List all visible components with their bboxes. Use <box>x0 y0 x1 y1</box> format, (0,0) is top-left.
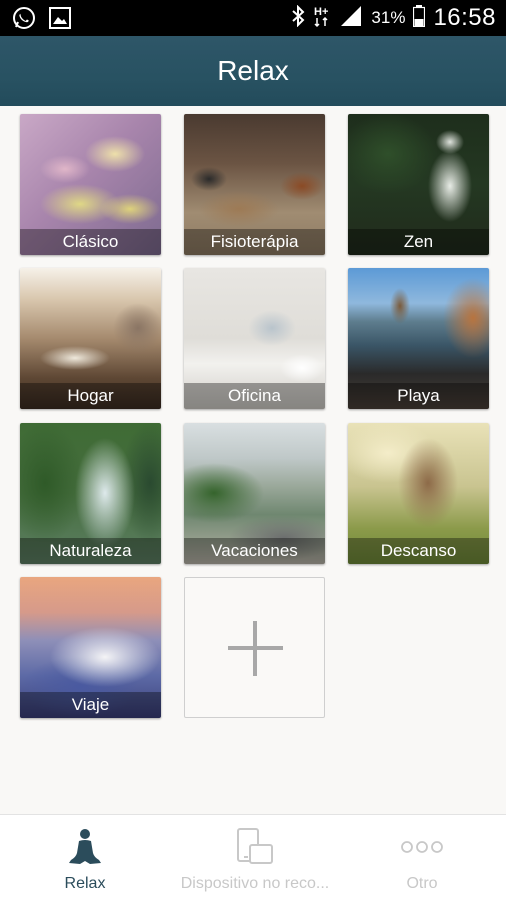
plus-icon-vertical <box>253 621 257 676</box>
nav-label-device: Dispositivo no reco... <box>180 875 330 892</box>
tile-label: Viaje <box>20 692 161 718</box>
hplus-icon: H+ <box>313 4 331 33</box>
svg-text:H+: H+ <box>314 6 328 18</box>
tile-label: Oficina <box>184 383 325 409</box>
battery-icon <box>413 4 426 32</box>
tile-oficina[interactable]: Oficina <box>184 268 325 409</box>
tile-label: Descanso <box>348 538 489 564</box>
bottom-nav: Relax Dispositivo no reco... Otro <box>0 814 506 900</box>
page-title: Relax <box>217 55 289 86</box>
tile-label: Vacaciones <box>184 538 325 564</box>
devices-icon <box>234 827 276 867</box>
tile-playa[interactable]: Playa <box>348 268 489 409</box>
add-scenario-button[interactable] <box>184 577 325 718</box>
tile-naturaleza[interactable]: Naturaleza <box>20 423 161 564</box>
tile-label: Fisioterápia <box>184 229 325 255</box>
tile-clasico[interactable]: Clásico <box>20 114 161 255</box>
nav-item-other[interactable]: Otro <box>372 815 472 900</box>
tile-label: Clásico <box>20 229 161 255</box>
scenario-grid: Clásico Fisioterápia Zen Hogar Oficina P… <box>0 106 506 814</box>
tile-descanso[interactable]: Descanso <box>348 423 489 564</box>
gallery-icon <box>48 6 72 35</box>
tile-label: Naturaleza <box>20 538 161 564</box>
whatsapp-icon <box>12 6 36 35</box>
tile-label: Zen <box>348 229 489 255</box>
more-dots-icon <box>400 827 444 867</box>
bluetooth-icon <box>291 4 305 32</box>
tile-vacaciones[interactable]: Vacaciones <box>184 423 325 564</box>
tile-viaje[interactable]: Viaje <box>20 577 161 718</box>
nav-label-other: Otro <box>406 875 438 892</box>
tile-label: Playa <box>348 383 489 409</box>
battery-percent: 31% <box>371 8 406 27</box>
nav-item-relax[interactable]: Relax <box>30 815 140 900</box>
nav-item-device[interactable]: Dispositivo no reco... <box>160 815 350 900</box>
meditation-icon <box>68 827 102 867</box>
clock: 16:58 <box>433 4 496 31</box>
tile-fisioterapia[interactable]: Fisioterápia <box>184 114 325 255</box>
tile-label: Hogar <box>20 383 161 409</box>
nav-label-relax: Relax <box>64 875 106 892</box>
tile-hogar[interactable]: Hogar <box>20 268 161 409</box>
signal-icon <box>339 5 363 32</box>
status-bar: H+ 31% 16:58 <box>0 0 506 36</box>
app-bar: Relax <box>0 36 506 106</box>
tile-zen[interactable]: Zen <box>348 114 489 255</box>
